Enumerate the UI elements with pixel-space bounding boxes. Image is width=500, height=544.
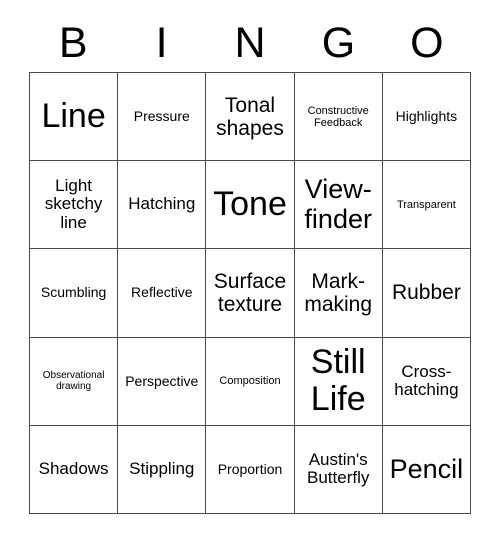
- bingo-cell-label: Mark-making: [304, 269, 373, 316]
- bingo-cell-label: Pencil: [389, 453, 464, 484]
- bingo-header-letter-i: I: [155, 18, 168, 67]
- bingo-cell-r4c3[interactable]: Composition: [206, 337, 295, 426]
- bingo-cell-label: Proportion: [217, 460, 283, 477]
- bingo-cell-r4c4[interactable]: Still Life: [294, 337, 383, 426]
- bingo-cell-r2c4[interactable]: View-finder: [294, 161, 383, 250]
- bingo-cell-label: Cross-hatching: [394, 361, 459, 400]
- bingo-cell-label: Light sketchy line: [44, 175, 103, 233]
- bingo-cell-label: Composition: [219, 375, 281, 388]
- bingo-cell-label: Surface texture: [213, 269, 287, 316]
- bingo-cell-r3c4[interactable]: Mark-making: [294, 249, 383, 338]
- bingo-cell-label: Observational drawing: [42, 370, 105, 393]
- bingo-cell-label: Hatching: [128, 194, 196, 214]
- bingo-cell-r5c3[interactable]: Proportion: [206, 425, 295, 514]
- bingo-cell-label: Austin's Butterfly: [307, 449, 370, 488]
- bingo-card: B I N G O Line Pressure Tonal shapes Constructi…: [0, 0, 500, 544]
- bingo-cell-r1c1[interactable]: Line: [30, 73, 119, 162]
- bingo-cell-label: View-finder: [304, 174, 372, 234]
- bingo-cell-label: Shadows: [38, 459, 109, 479]
- bingo-cell-r1c4[interactable]: Constructive Feedback: [294, 73, 383, 162]
- bingo-cell-label: Perspective: [125, 372, 199, 389]
- bingo-cell-r5c2[interactable]: Stippling: [118, 425, 207, 514]
- bingo-cell-label: Scumbling: [40, 284, 107, 301]
- bingo-cell-r2c1[interactable]: Light sketchy line: [30, 161, 119, 250]
- bingo-header-letter-o: O: [410, 18, 444, 67]
- bingo-header-row: BINGO: [29, 14, 471, 72]
- bingo-cell-label: Highlights: [395, 107, 458, 124]
- bingo-cell-r1c3[interactable]: Tonal shapes: [206, 73, 295, 162]
- bingo-header-letter-n: N: [234, 18, 266, 67]
- bingo-cell-r4c1[interactable]: Observational drawing: [30, 337, 119, 426]
- bingo-cell-r3c3[interactable]: Surface texture: [206, 249, 295, 338]
- bingo-cell-r3c1[interactable]: Scumbling: [30, 249, 119, 338]
- bingo-header-letter-b: B: [58, 18, 88, 67]
- bingo-cell-r2c2[interactable]: Hatching: [118, 161, 207, 250]
- bingo-cell-label: Stippling: [129, 459, 195, 479]
- bingo-header-letter-g: G: [321, 18, 356, 67]
- bingo-cell-r2c5[interactable]: Transparent: [382, 161, 471, 250]
- bingo-cell-label: Constructive Feedback: [307, 104, 369, 129]
- bingo-cell-label: Tone: [213, 185, 287, 224]
- bingo-cell-r5c1[interactable]: Shadows: [30, 425, 119, 514]
- bingo-cell-label: Rubber: [391, 281, 461, 305]
- bingo-cell-label: Line: [41, 96, 106, 135]
- bingo-cell-label: Reflective: [131, 284, 193, 301]
- bingo-grid: Line Pressure Tonal shapes Constructive Fee…: [29, 72, 471, 514]
- bingo-cell-r5c4[interactable]: Austin's Butterfly: [294, 425, 383, 514]
- bingo-cell-label: Still Life: [310, 342, 366, 419]
- bingo-cell-label: Pressure: [133, 107, 190, 124]
- bingo-cell-label: Transparent: [396, 198, 456, 211]
- bingo-cell-r2c3[interactable]: Tone: [206, 161, 295, 250]
- bingo-cell-r3c2[interactable]: Reflective: [118, 249, 207, 338]
- bingo-cell-r3c5[interactable]: Rubber: [382, 249, 471, 338]
- bingo-cell-r4c5[interactable]: Cross-hatching: [382, 337, 471, 426]
- bingo-cell-label: Tonal shapes: [216, 93, 284, 140]
- bingo-cell-r1c2[interactable]: Pressure: [118, 73, 207, 162]
- bingo-cell-r5c5[interactable]: Pencil: [382, 425, 471, 514]
- bingo-cell-r4c2[interactable]: Perspective: [118, 337, 207, 426]
- bingo-cell-r1c5[interactable]: Highlights: [382, 73, 471, 162]
